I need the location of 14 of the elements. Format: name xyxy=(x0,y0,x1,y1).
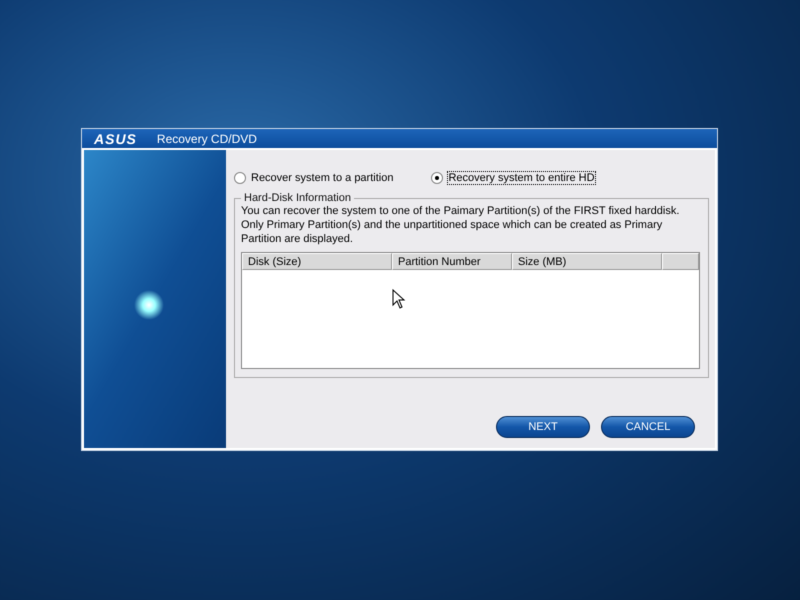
window-title: Recovery CD/DVD xyxy=(156,132,257,146)
radio-option[interactable]: Recovery system to entire HD xyxy=(431,172,595,184)
description-text: You can recover the system to one of the Paimary Partition(s) of the FIRST fixed harddisk. Only Primary Partition(s) and the unpartitioned space which can be created as Primary Partition are displayed. xyxy=(241,204,680,246)
column-header[interactable]: Disk (Size) xyxy=(242,253,392,270)
brand-logo: ASUS xyxy=(94,130,137,146)
column-header[interactable]: Partition Number xyxy=(392,253,512,270)
mouse-pointer-icon xyxy=(392,289,406,309)
column-header[interactable]: Size (MB) xyxy=(512,253,662,270)
radio-icon[interactable] xyxy=(431,172,444,184)
dialog-button[interactable]: CANCEL xyxy=(601,416,695,438)
group-title: Hard-Disk Information xyxy=(243,192,352,204)
radio-option[interactable]: Recover system to a partition xyxy=(234,172,394,184)
dialog-button[interactable]: NEXT xyxy=(496,416,590,438)
radio-icon[interactable] xyxy=(234,172,246,184)
